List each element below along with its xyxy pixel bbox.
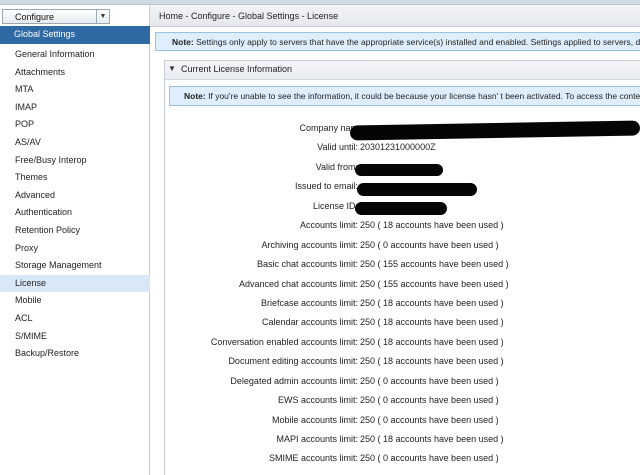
license-row: Basic chat accounts limit: 250 ( 155 acco… [165,255,640,274]
license-field-label: Calendar accounts limit: [261,317,358,328]
sidebar-item-proxy[interactable]: Proxy [0,240,150,258]
license-field-label: Mobile accounts limit: [271,414,358,425]
license-field-label: Valid until: [317,142,358,153]
license-row: Conversation enabled accounts limit: 250 … [165,333,640,352]
redaction-valid-from [355,164,443,176]
redaction-license-id [355,202,447,215]
license-row: EWS accounts limit: 250 ( 0 accounts have… [165,391,640,410]
license-field-label: EWS accounts limit: [277,395,358,406]
license-field-label: Advanced chat accounts limit: [238,278,358,289]
chevron-down-icon[interactable]: ▼ [96,10,109,23]
section-header[interactable]: ▼ Current License Information [165,61,640,80]
license-field-label: Accounts limit: [299,220,358,231]
license-field-label: Delegated admin accounts limit: [230,375,358,386]
license-field-value: 250 ( 0 accounts have been used ) [360,375,499,386]
license-row: Advanced chat accounts limit: 250 ( 155 a… [165,275,640,294]
sidebar-item-pop[interactable]: POP [0,116,150,134]
license-note-banner: Note: If you're unable to see the inform… [169,86,640,106]
redaction-email [357,183,477,196]
sidebar-item-s-mime[interactable]: S/MIME [0,328,150,346]
note-text: Settings only apply to servers that have… [196,37,640,47]
license-field-label: Document editing accounts limit: [228,356,358,367]
license-field-label: SMIME accounts limit: [268,453,358,464]
license-row: Valid until: 20301231000000Z [165,138,640,157]
sidebar-item-advanced[interactable]: Advanced [0,187,150,205]
license-row: Document editing accounts limit: 250 ( 18… [165,352,640,371]
license-field-value: 250 ( 18 accounts have been used ) [360,220,504,231]
license-field-value: 250 ( 18 accounts have been used ) [360,297,504,308]
license-note-text: If you're unable to see the information,… [208,91,640,101]
license-note-prefix: Note: [184,91,206,101]
license-field-value: 250 ( 18 accounts have been used ) [360,336,504,347]
license-row: Briefcase accounts limit: 250 ( 18 accoun… [165,294,640,313]
license-field-value: 250 ( 0 accounts have been used ) [360,239,499,250]
license-field-value: 250 ( 0 accounts have been used ) [360,414,499,425]
sidebar-item-authentication[interactable]: Authentication [0,204,150,222]
main-content: Home - Configure - Global Settings - Lic… [150,5,640,475]
license-field-value: 250 ( 18 accounts have been used ) [360,356,504,367]
sidebar-item-acl[interactable]: ACL [0,310,150,328]
configure-dropdown[interactable]: Configure ▼ [2,9,110,24]
license-field-value: 20301231000000Z [360,142,436,153]
sidebar-list: General Information Attachments MTA IMAP POP… [0,46,150,363]
license-info-panel: ▼ Current License Information Note: If y… [164,60,640,475]
sidebar-item-mobile[interactable]: Mobile [0,292,150,310]
sidebar-item-as-av[interactable]: AS/AV [0,134,150,152]
license-row: MAPI accounts limit: 250 ( 18 accounts ha… [165,430,640,449]
sidebar-item-license[interactable]: License [0,274,150,293]
license-row: SMIME accounts limit: 250 ( 0 accounts ha… [165,449,640,468]
license-field-label: Conversation enabled accounts limit: [210,336,358,347]
sidebar-item-attachments[interactable]: Attachments [0,64,150,82]
license-field-label: Archiving accounts limit: [261,239,358,250]
configure-dropdown-label: Configure [15,12,55,22]
license-row: Archiving accounts limit: 250 ( 0 account… [165,236,640,255]
sidebar-item-imap[interactable]: IMAP [0,99,150,117]
license-row: Accounts limit: 250 ( 18 accounts have be… [165,216,640,235]
sidebar-item-mta[interactable]: MTA [0,81,150,99]
settings-note-banner: Note: Settings only apply to servers tha… [155,32,640,51]
note-prefix: Note: [172,37,194,47]
breadcrumb: Home - Configure - Global Settings - Lic… [150,5,640,27]
license-field-label: Briefcase accounts limit: [260,297,358,308]
sidebar-item-backup-restore[interactable]: Backup/Restore [0,345,150,363]
license-field-label: License ID: [312,200,358,211]
collapse-triangle-icon[interactable]: ▼ [168,64,176,73]
license-field-value: 250 ( 155 accounts have been used ) [360,278,509,289]
license-field-value: 250 ( 155 accounts have been used ) [360,259,509,270]
license-row: Mobile accounts limit: 250 ( 0 accounts h… [165,411,640,430]
license-field-label: Valid from: [315,161,358,172]
license-field-value: 250 ( 18 accounts have been used ) [360,317,504,328]
sidebar-item-general-information[interactable]: General Information [0,46,150,64]
sidebar-item-storage-management[interactable]: Storage Management [0,257,150,275]
license-field-label: Basic chat accounts limit: [256,259,358,270]
sidebar: Configure ▼ Global Settings General Info… [0,5,150,475]
license-field-label: Issued to email: [294,181,358,192]
license-field-value: 250 ( 0 accounts have been used ) [360,453,499,464]
license-row: Calendar accounts limit: 250 ( 18 account… [165,313,640,332]
sidebar-header-global-settings[interactable]: Global Settings [0,26,150,44]
license-field-value: 250 ( 18 accounts have been used ) [360,434,504,444]
section-title: Current License Information [181,64,293,74]
license-field-value: 250 ( 0 accounts have been used ) [360,395,499,406]
sidebar-item-free-busy-interop[interactable]: Free/Busy Interop [0,152,150,170]
license-row: Delegated admin accounts limit: 250 ( 0 a… [165,372,640,391]
sidebar-item-retention-policy[interactable]: Retention Policy [0,222,150,240]
sidebar-item-themes[interactable]: Themes [0,169,150,187]
license-field-label: MAPI accounts limit: [276,434,358,444]
